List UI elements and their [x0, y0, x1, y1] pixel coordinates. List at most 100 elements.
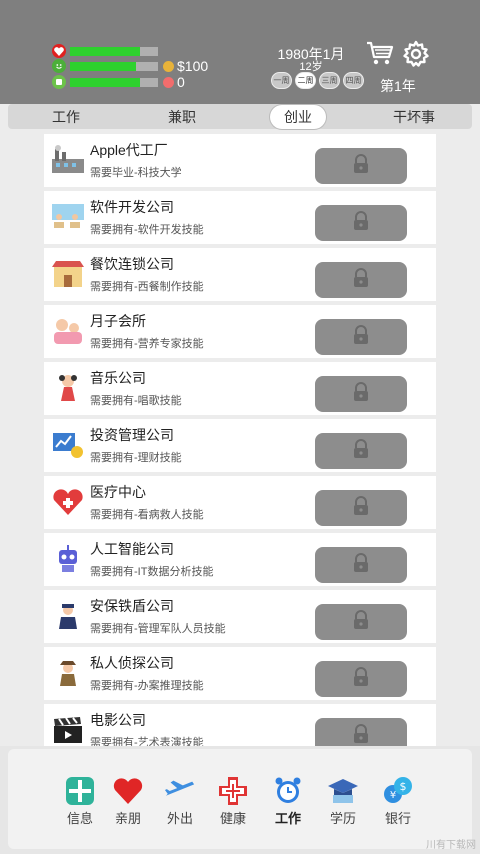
- locked-start-button[interactable]: [315, 376, 407, 412]
- business-requirement: 需要拥有-IT数据分析技能: [90, 566, 214, 578]
- business-title: 月子会所: [90, 313, 146, 329]
- happiness-stat: $100: [52, 58, 208, 74]
- locked-start-button[interactable]: [315, 661, 407, 697]
- business-list[interactable]: Apple代工厂需要毕业-科技大学软件开发公司 需要拥有-软件开发技能 餐饮连锁公司…: [44, 134, 436, 746]
- nav-item-3[interactable]: 外出: [160, 776, 200, 826]
- heart-icon: [112, 776, 144, 806]
- list-item[interactable]: 餐饮连锁公司 需要拥有-西餐制作技能: [44, 248, 436, 301]
- graduation-icon: [327, 776, 359, 806]
- locked-start-button[interactable]: [315, 490, 407, 526]
- list-item[interactable]: 软件开发公司 需要拥有-软件开发技能: [44, 191, 436, 244]
- heart-icon: [52, 44, 66, 58]
- gem-value: 0: [177, 74, 185, 90]
- business-title: 私人侦探公司: [90, 655, 174, 671]
- lock-icon: [352, 381, 370, 407]
- list-item[interactable]: 安保铁盾公司 需要拥有-管理军队人员技能: [44, 590, 436, 643]
- locked-start-button[interactable]: [315, 205, 407, 241]
- energy-icon: [52, 75, 66, 89]
- locked-start-button[interactable]: [315, 718, 407, 746]
- lock-icon: [352, 210, 370, 236]
- info-icon: [64, 776, 96, 806]
- business-title: 安保铁盾公司: [90, 598, 174, 614]
- nav-label: 亲朋: [114, 811, 141, 826]
- tab-4[interactable]: 干坏事: [356, 104, 472, 129]
- business-title: 音乐公司: [90, 370, 146, 386]
- business-requirement: 需要拥有-艺术表演技能: [90, 737, 204, 746]
- business-title: 医疗中心: [90, 484, 146, 500]
- list-item[interactable]: 医疗中心需要拥有-看病救人技能: [44, 476, 436, 529]
- week-button-4[interactable]: 四周: [343, 72, 364, 89]
- gem-display: 0: [163, 74, 185, 90]
- nav-item-6[interactable]: 学历: [323, 776, 363, 826]
- money-value: $100: [177, 58, 209, 74]
- shopping-cart-icon[interactable]: [366, 40, 394, 66]
- business-requirement: 需要拥有-唱歌技能: [90, 395, 182, 407]
- tab-1[interactable]: 工作: [8, 104, 124, 129]
- year-counter: 第1年: [380, 78, 416, 94]
- film-clapper-icon: [50, 711, 86, 746]
- watermark: 川有下载网: [426, 840, 476, 851]
- singer-icon: [50, 369, 86, 407]
- security-guard-icon: [50, 597, 86, 635]
- lock-icon: [352, 552, 370, 578]
- money-display: $100: [163, 58, 208, 74]
- maternity-icon: [50, 312, 86, 350]
- nav-item-1[interactable]: 信息: [60, 776, 100, 826]
- locked-start-button[interactable]: [315, 604, 407, 640]
- health-stat: [52, 44, 158, 58]
- locked-start-button[interactable]: [315, 433, 407, 469]
- week-button-1[interactable]: 一周: [271, 72, 292, 89]
- status-header: $100 0 1980年1月 12岁 一周 二周 三周 四周 第1年: [0, 0, 480, 104]
- bank-money-icon: $ ¥: [382, 776, 414, 806]
- restaurant-icon: [50, 255, 86, 293]
- svg-text:¥: ¥: [390, 790, 396, 801]
- business-title: 人工智能公司: [90, 541, 174, 557]
- tab-label: 兼职: [168, 108, 196, 125]
- locked-start-button[interactable]: [315, 148, 407, 184]
- health-cross-icon: [217, 776, 249, 806]
- nav-item-4[interactable]: 健康: [213, 776, 253, 826]
- nav-item-2[interactable]: 亲朋: [108, 776, 148, 826]
- lock-icon: [352, 153, 370, 179]
- business-title: 电影公司: [90, 712, 146, 728]
- lock-icon: [352, 324, 370, 350]
- list-item[interactable]: 电影公司需要拥有-艺术表演技能: [44, 704, 436, 746]
- business-requirement: 需要拥有-营养专家技能: [90, 338, 204, 350]
- lock-icon: [352, 609, 370, 635]
- list-item[interactable]: Apple代工厂需要毕业-科技大学: [44, 134, 436, 187]
- settings-gear-icon[interactable]: [402, 40, 430, 68]
- tab-3[interactable]: 创业: [240, 104, 356, 129]
- business-title: 投资管理公司: [90, 427, 174, 443]
- energy-stat: 0: [52, 74, 185, 90]
- business-requirement: 需要拥有-西餐制作技能: [90, 281, 204, 293]
- nav-item-7[interactable]: $ ¥ 银行: [378, 776, 418, 826]
- week-button-2[interactable]: 二周: [295, 72, 316, 89]
- lock-icon: [352, 438, 370, 464]
- list-item[interactable]: 人工智能公司需要拥有-IT数据分析技能: [44, 533, 436, 586]
- locked-start-button[interactable]: [315, 262, 407, 298]
- software-office-icon: [50, 198, 86, 236]
- happiness-bar: [70, 61, 158, 71]
- locked-start-button[interactable]: [315, 319, 407, 355]
- nav-item-5[interactable]: 工作: [268, 776, 308, 826]
- week-button-3[interactable]: 三周: [319, 72, 340, 89]
- investment-icon: [50, 426, 86, 464]
- tab-2[interactable]: 兼职: [124, 104, 240, 129]
- business-requirement: 需要拥有-看病救人技能: [90, 509, 204, 521]
- list-item[interactable]: 投资管理公司 需要拥有-理财技能: [44, 419, 436, 472]
- gem-icon: [163, 76, 174, 88]
- svg-text:$: $: [400, 780, 407, 793]
- nav-label: 工作: [274, 811, 301, 826]
- locked-start-button[interactable]: [315, 547, 407, 583]
- business-title: 软件开发公司: [90, 199, 174, 215]
- list-item[interactable]: 音乐公司需要拥有-唱歌技能: [44, 362, 436, 415]
- business-title: Apple代工厂: [90, 142, 168, 158]
- week-selector: 一周 二周 三周 四周: [271, 72, 364, 89]
- business-requirement: 需要毕业-科技大学: [90, 167, 182, 179]
- category-tabs: 工作 兼职 创业 干坏事: [8, 104, 472, 129]
- factory-icon: [50, 141, 86, 179]
- list-item[interactable]: 私人侦探公司 需要拥有-办案推理技能: [44, 647, 436, 700]
- list-item[interactable]: 月子会所需要拥有-营养专家技能: [44, 305, 436, 358]
- health-bar: [70, 46, 158, 56]
- lock-icon: [352, 666, 370, 692]
